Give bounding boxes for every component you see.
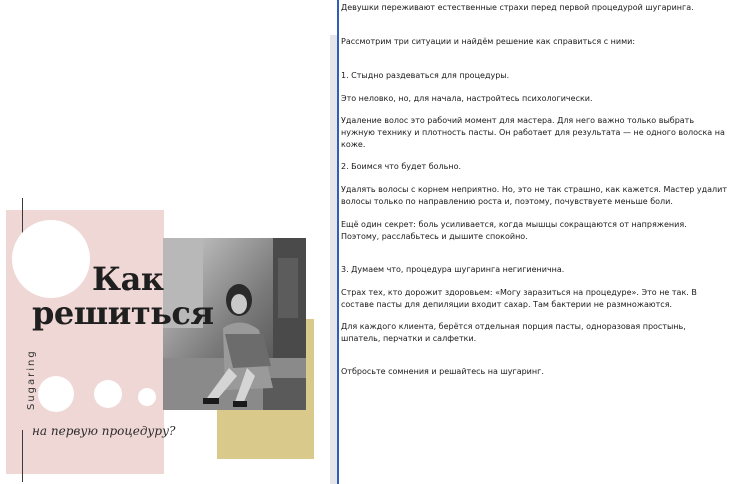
article-heading: 2. Боимся что будет больно.	[341, 162, 462, 171]
article-text-pane[interactable]: Девушки переживают естественные страхи п…	[341, 0, 727, 484]
article-heading: 1. Стыдно раздеваться для процедуры.	[341, 71, 510, 80]
decor-circle-small	[94, 380, 122, 408]
article-heading: 3. Думаем что, процедура шугаринга негиг…	[341, 265, 565, 274]
decor-line-bottom	[22, 430, 23, 482]
article-paragraph: Ещё один секрет: боль усиливается, когда…	[341, 220, 687, 241]
image-pane: Как решиться Sugaring на первую процедур…	[0, 0, 330, 484]
poster-title-line2: решиться	[32, 294, 214, 332]
article-paragraph: Удаление волос это рабочий момент для ма…	[341, 116, 725, 149]
article-paragraph: Девушки переживают естественные страхи п…	[341, 3, 694, 12]
poster-image: Как решиться Sugaring на первую процедур…	[0, 196, 330, 484]
decor-circle-large	[12, 220, 90, 298]
decor-circle-medium	[38, 376, 74, 412]
decor-circle-tiny	[138, 388, 156, 406]
article-paragraph: Страх тех, кто дорожит здоровьем: «Могу …	[341, 288, 697, 309]
article-paragraph: Для каждого клиента, берётся отдельная п…	[341, 322, 686, 343]
article-paragraph: Удалять волосы с корнем неприятно. Но, э…	[341, 185, 728, 206]
poster-vertical-word: Sugaring	[26, 349, 37, 410]
article-paragraph: Отбросьте сомнения и решайтесь на шугари…	[341, 367, 544, 376]
poster-title-line1: Как	[92, 260, 164, 298]
pane-divider[interactable]	[337, 0, 339, 484]
article-paragraph: Это неловко, но, для начала, настройтесь…	[341, 94, 593, 103]
article-paragraph: Рассмотрим три ситуации и найдём решение…	[341, 37, 636, 46]
scrollbar[interactable]	[330, 35, 337, 484]
poster-subtitle: на первую процедуру?	[32, 424, 176, 438]
